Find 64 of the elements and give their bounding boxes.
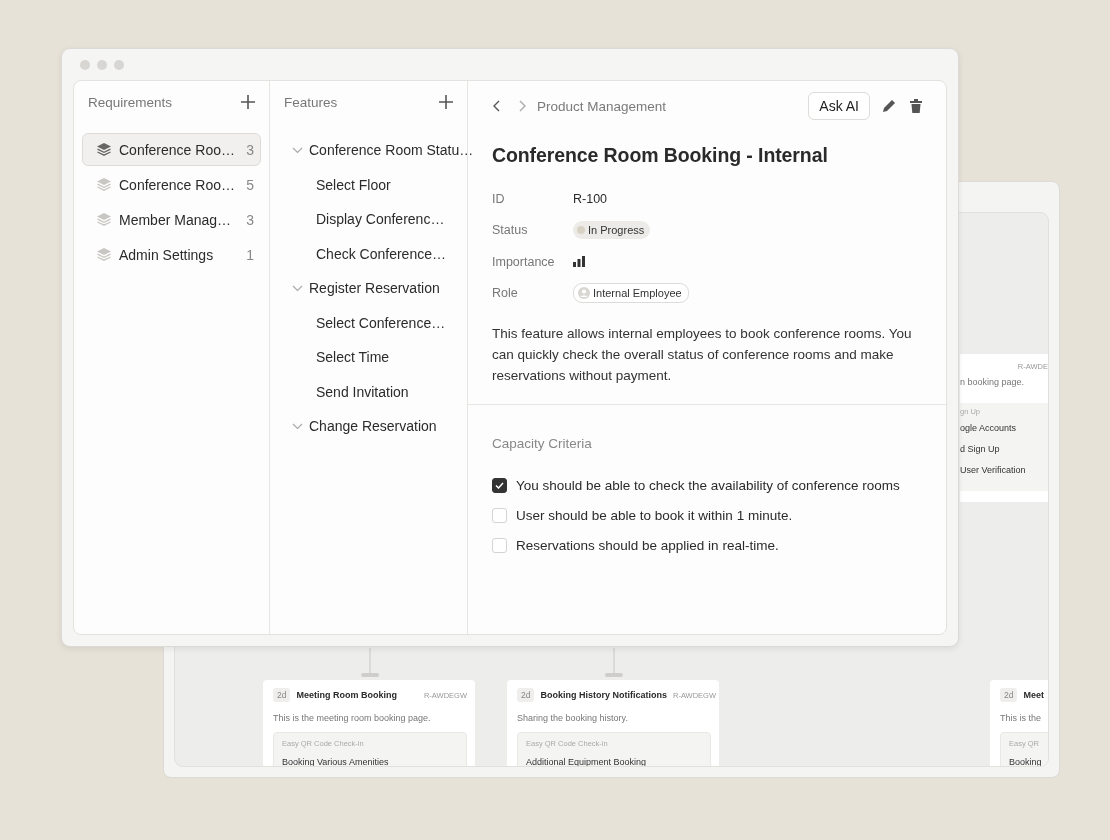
layers-icon [97, 143, 111, 156]
plus-icon[interactable] [439, 95, 453, 109]
field-label: Role [492, 286, 519, 301]
duration-badge: 2d [1000, 688, 1018, 702]
window-control-dot [97, 59, 107, 70]
card-title: Booking History Notifications [540, 690, 667, 700]
checkbox[interactable] [492, 477, 507, 493]
feature-item[interactable]: Conference Room Statu… [309, 142, 474, 159]
card-description: Sharing the booking history. [517, 713, 628, 723]
criteria-label: You should be able to check the availability of conference rooms [516, 477, 900, 493]
requirement-item[interactable]: Member Manag… 3 [82, 203, 261, 236]
page-title: Conference Room Booking - Internal [492, 144, 829, 167]
plus-icon[interactable] [241, 95, 255, 109]
window-control-dot [80, 59, 90, 70]
requirement-item[interactable]: Conference Roo… 5 [82, 168, 261, 201]
card-item: User Verification [960, 465, 1026, 475]
feature-item[interactable]: Select Floor [316, 176, 391, 193]
card-title: Meeting Room Booking [296, 690, 398, 700]
card-item: d Sign Up [960, 444, 1000, 454]
criteria-label: User should be able to book it within 1 minute. [516, 507, 793, 523]
card-item: ogle Accounts [960, 423, 1017, 433]
description: This feature allows internal employees to book conference rooms. You can quickly check the overall status of conference rooms and make reservations without payment. [492, 325, 913, 385]
feature-item[interactable]: Display Conferenc… [316, 211, 445, 228]
trash-icon[interactable] [910, 99, 922, 113]
window-control-dot [114, 59, 124, 70]
field-label: Importance [492, 254, 556, 269]
layers-icon [97, 213, 111, 226]
feature-item[interactable]: Select Time [316, 349, 390, 366]
back-icon[interactable] [492, 100, 500, 112]
card-description: This is the meeting room booking page. [273, 713, 431, 723]
connector-drawing [604, 648, 624, 678]
duration-badge: 2d [517, 688, 535, 702]
layers-icon [97, 178, 111, 191]
card-item: Booking Various Amenities [282, 757, 389, 766]
card-title: Meet [1023, 690, 1045, 700]
status-badge: In Progress [573, 221, 651, 240]
ask-ai-button[interactable]: Ask AI [808, 92, 870, 120]
feature-item[interactable]: Send Invitation [316, 383, 409, 400]
criteria-label: Reservations should be applied in real-time. [516, 537, 779, 553]
breadcrumb: Product Management [537, 98, 668, 114]
column-title: Requirements [88, 94, 173, 110]
feature-item[interactable]: Check Conference… [316, 245, 446, 262]
field-label: Status [492, 223, 529, 238]
requirement-item[interactable]: Conference Roo… 3 [82, 133, 261, 166]
column-title: Features [284, 94, 338, 110]
duration-badge: 2d [273, 688, 291, 702]
connector-drawing [360, 648, 380, 678]
field-value: R-100 [573, 191, 608, 206]
pencil-icon[interactable] [882, 99, 896, 113]
feature-item[interactable]: Select Conference… [316, 314, 446, 331]
signal-bars-icon [573, 256, 585, 268]
section-title: Capacity Criteria [492, 436, 593, 451]
card-description: n booking page. [960, 377, 1025, 387]
check-icon [495, 481, 504, 489]
feature-item[interactable]: Change Reservation [309, 418, 437, 435]
role-tag: Internal Employee [573, 283, 689, 304]
avatar-icon [578, 287, 590, 300]
requirement-item[interactable]: Admin Settings 1 [82, 238, 261, 271]
field-label: ID [492, 191, 506, 206]
card-description: This is the [1000, 713, 1041, 723]
layers-icon [97, 248, 111, 261]
feature-item[interactable]: Register Reservation [309, 280, 440, 297]
card-item: Booking [1009, 757, 1042, 766]
card-item: Additional Equipment Booking [526, 757, 647, 766]
